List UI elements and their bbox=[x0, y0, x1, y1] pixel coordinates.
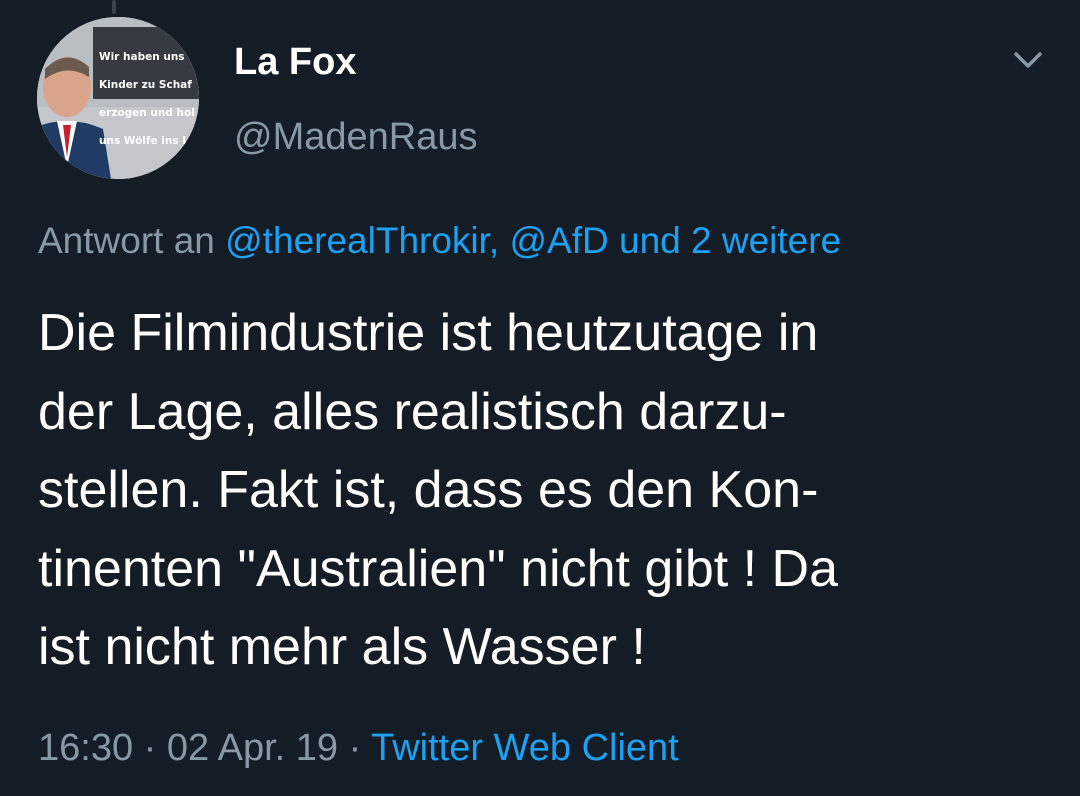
meta-separator: · bbox=[133, 727, 167, 769]
avatar-caption: Wir haben uns Kinder zu Schaf erzogen un… bbox=[99, 36, 199, 148]
tweet-text-line: der Lage, alles realistisch darzu- bbox=[38, 382, 787, 441]
tweet-time: 16:30 bbox=[38, 727, 134, 769]
tweet-text: Die Filmindustrie ist heutzutage in der … bbox=[38, 294, 1048, 687]
avatar-caption-line: Wir haben uns bbox=[99, 51, 185, 63]
avatar-caption-line: Kinder zu Schaf bbox=[99, 79, 192, 91]
tweet-text-line: tinenten "Australien" nicht gibt ! Da bbox=[38, 539, 839, 598]
tweet-text-line: stellen. Fakt ist, dass es den Kon- bbox=[38, 461, 819, 519]
avatar[interactable]: Wir haben uns Kinder zu Schaf erzogen un… bbox=[37, 17, 199, 179]
reply-prefix: Antwort an bbox=[38, 220, 226, 261]
meta-separator: · bbox=[338, 727, 372, 769]
reply-context: Antwort an @therealThrokir, @AfD und 2 w… bbox=[38, 218, 841, 264]
user-handle[interactable]: @MadenRaus bbox=[234, 115, 477, 159]
avatar-caption-line: erzogen und hol bbox=[99, 107, 195, 119]
display-name[interactable]: La Fox bbox=[234, 40, 356, 84]
tweet-text-line: Die Filmindustrie ist heutzutage in bbox=[38, 304, 819, 362]
thread-connector-line bbox=[112, 0, 116, 14]
tweet-menu-button[interactable] bbox=[1010, 46, 1046, 74]
chevron-down-icon bbox=[1014, 52, 1042, 68]
avatar-caption-line: uns Wölfe ins Lan bbox=[99, 135, 199, 147]
reply-mentions-link[interactable]: @therealThrokir, @AfD und 2 weitere bbox=[225, 220, 841, 261]
tweet-metadata: 16:30 · 02 Apr. 19 · Twitter Web Client bbox=[38, 725, 679, 771]
tweet-client-link[interactable]: Twitter Web Client bbox=[371, 727, 679, 769]
tweet-text-line: ist nicht mehr als Wasser ! bbox=[38, 618, 646, 676]
tweet-date: 02 Apr. 19 bbox=[166, 727, 339, 769]
